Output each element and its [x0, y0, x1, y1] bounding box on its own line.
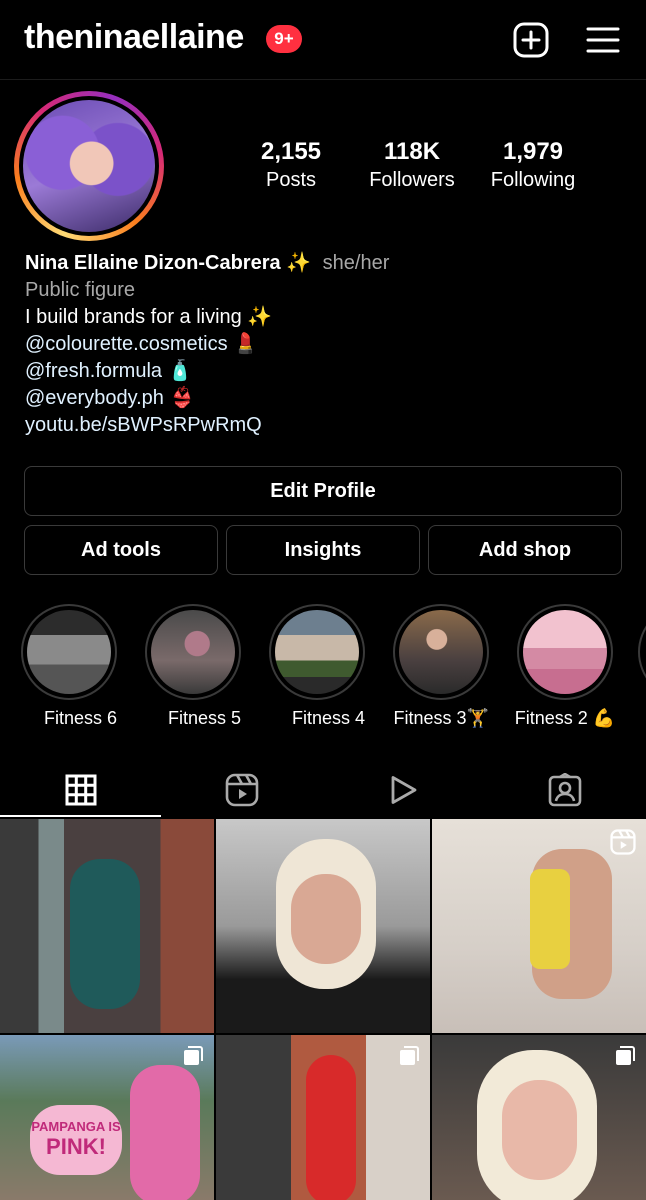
stat-value: 118K	[383, 138, 441, 165]
plus-square-icon[interactable]	[511, 20, 551, 60]
highlight-label: Fitness 4	[291, 708, 365, 728]
following-count[interactable]: 1,979 Following	[483, 138, 583, 192]
edit-profile-button[interactable]: Edit Profile	[24, 466, 622, 516]
carousel-badge-icon	[398, 1045, 420, 1072]
highlight-fitness-6[interactable]: Fitness 6	[21, 604, 117, 729]
grid-post[interactable]	[432, 819, 646, 1033]
active-tab-indicator	[0, 815, 161, 817]
highlight-label: Fitness 6	[43, 708, 117, 728]
sign-text: PAMPANGA IS	[31, 1119, 121, 1134]
notification-badge[interactable]: 9+	[266, 25, 302, 53]
grid-post[interactable]	[216, 1035, 430, 1200]
stat-label: Posts	[265, 169, 317, 191]
highlight-fitness-4[interactable]: Fitness 4	[269, 604, 365, 729]
highlight-fitness-5[interactable]: Fitness 5	[145, 604, 241, 729]
stat-value: 1,979	[502, 138, 564, 165]
pampanga-sign: PAMPANGA IS PINK!	[30, 1105, 122, 1175]
bio-mention-colourette[interactable]: @colourette.cosmetics 💄	[25, 331, 625, 358]
reels-icon	[225, 773, 258, 806]
profile-category: Public figure	[25, 279, 136, 301]
profile-username[interactable]: theninaellaine	[24, 18, 244, 57]
play-icon	[391, 775, 416, 804]
grid-icon	[65, 774, 96, 805]
tagged-icon	[548, 772, 581, 806]
carousel-badge-icon	[614, 1045, 636, 1072]
tab-videos[interactable]	[322, 762, 483, 817]
carousel-badge-icon	[182, 1045, 204, 1072]
tab-reels[interactable]	[161, 762, 322, 817]
highlight-label: Fitness 3🏋️	[393, 708, 489, 728]
highlight-partial[interactable]	[638, 604, 646, 700]
highlight-fitness-3[interactable]: Fitness 3🏋️	[393, 604, 489, 729]
grid-post[interactable]	[216, 819, 430, 1033]
avatar-photo	[23, 100, 155, 232]
add-shop-button[interactable]: Add shop	[428, 525, 622, 575]
highlight-fitness-2[interactable]: Fitness 2 💪	[514, 604, 616, 729]
ad-tools-button[interactable]: Ad tools	[24, 525, 218, 575]
stat-label: Following	[490, 169, 576, 191]
tab-tagged[interactable]	[484, 762, 645, 817]
bio-link[interactable]: youtu.be/sBWPsRPwRmQ	[25, 412, 625, 439]
tab-grid[interactable]	[0, 762, 161, 817]
insights-button[interactable]: Insights	[226, 525, 420, 575]
bio-mention-everybody[interactable]: @everybody.ph 👙	[25, 385, 625, 412]
highlight-label: Fitness 2 💪	[514, 708, 616, 728]
pronouns: she/her	[322, 252, 390, 274]
grid-post[interactable]	[432, 1035, 646, 1200]
highlight-label: Fitness 5	[167, 708, 241, 728]
bio-line: I build brands for a living ✨	[25, 306, 273, 328]
grid-post[interactable]: PAMPANGA IS PINK!	[0, 1035, 214, 1200]
posts-count[interactable]: 2,155 Posts	[255, 138, 327, 192]
sign-text: PINK!	[46, 1134, 106, 1159]
profile-display-name: Nina Ellaine Dizon-Cabrera ✨	[25, 252, 312, 274]
profile-bio: Nina Ellaine Dizon-Cabrera ✨ she/her Pub…	[25, 250, 625, 439]
followers-count[interactable]: 118K Followers	[362, 138, 462, 192]
hamburger-menu-icon[interactable]	[583, 20, 623, 60]
top-bar: theninaellaine 9+	[0, 0, 646, 80]
stat-value: 2,155	[260, 138, 322, 165]
stat-label: Followers	[369, 169, 455, 191]
profile-avatar[interactable]	[14, 91, 164, 241]
bio-mention-fresh-formula[interactable]: @fresh.formula 🧴	[25, 358, 625, 385]
reels-badge-icon	[610, 829, 636, 860]
grid-post[interactable]	[0, 819, 214, 1033]
